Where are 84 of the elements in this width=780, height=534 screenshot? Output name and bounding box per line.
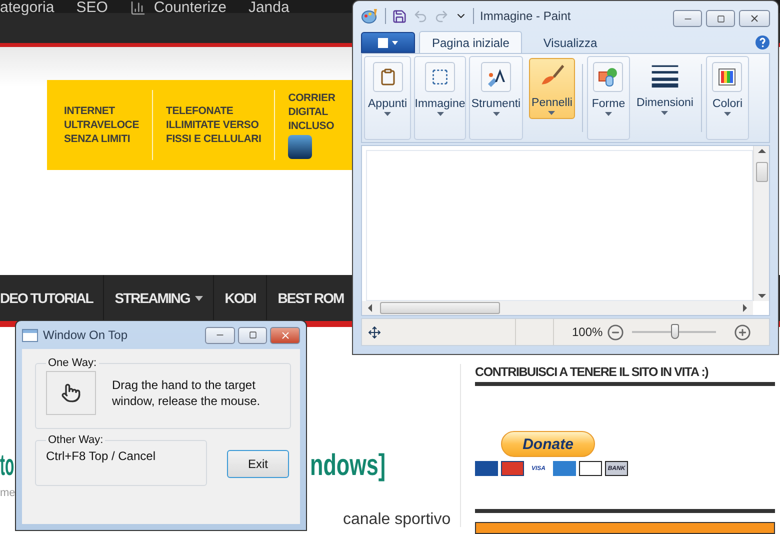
banner-text: CORRIER: [288, 91, 336, 105]
zoom-out-button[interactable]: [606, 324, 624, 340]
maximize-button[interactable]: [238, 326, 267, 344]
payment-card-icon: [579, 461, 602, 476]
ribbon-tab[interactable]: Pagina iniziale: [419, 31, 522, 53]
menu-icon: [377, 38, 399, 48]
caret-icon: [604, 112, 612, 116]
ribbon-tab[interactable]: Visualizza: [530, 31, 610, 53]
close-button[interactable]: [739, 10, 770, 27]
nav-link[interactable]: KODI: [224, 275, 256, 321]
group-label: Other Way:: [47, 434, 104, 446]
ribbon-button[interactable]: Forme: [588, 59, 628, 120]
menu-link[interactable]: Janda: [248, 0, 290, 16]
window-title: Window On Top: [43, 328, 128, 342]
close-button[interactable]: [270, 326, 300, 344]
help-icon[interactable]: [755, 34, 770, 50]
banner-text: ULTRAVELOCE: [64, 118, 139, 132]
nav-link[interactable]: BEST ROM: [278, 275, 344, 321]
banner-text: DIGITAL: [288, 105, 330, 119]
maximize-button[interactable]: [706, 10, 735, 27]
caret-icon: [548, 111, 556, 115]
caret-icon: [492, 112, 500, 116]
banner-text: INTERNET: [64, 104, 116, 118]
shapes-icon: [597, 66, 620, 88]
move-icon: [368, 326, 381, 338]
banner-text: INCLUSO: [288, 119, 336, 133]
close-icon: [280, 330, 290, 340]
ribbon-button[interactable]: Strumenti: [468, 59, 524, 120]
minimize-button[interactable]: [205, 326, 235, 344]
exit-button[interactable]: Exit: [227, 450, 289, 478]
caret-icon: [661, 111, 668, 115]
window-title: Immagine - Paint: [480, 9, 571, 23]
scroll-up-icon[interactable]: [758, 146, 766, 156]
menu-link[interactable]: Counterize: [154, 0, 226, 16]
window-icon: [22, 328, 38, 342]
ribbon-button[interactable]: Colori: [709, 59, 746, 120]
slider-thumb[interactable]: [671, 324, 680, 339]
scroll-down-icon[interactable]: [758, 291, 766, 301]
banner-text: SENZA LIMITI: [64, 132, 132, 146]
color-palette-icon: [718, 68, 736, 86]
menu-button[interactable]: [361, 32, 415, 53]
scroll-right-icon[interactable]: [741, 304, 749, 312]
banner-text: ILLIMITATE VERSO: [166, 118, 260, 132]
caret-icon: [436, 112, 444, 116]
article-title: ndows]: [310, 449, 386, 483]
maximize-icon: [248, 331, 256, 339]
menu-link[interactable]: SEO: [76, 0, 108, 16]
banner-text: TELEFONATE: [166, 104, 234, 118]
caret-icon: [384, 112, 391, 116]
group-label: One Way:: [47, 357, 98, 369]
selection-icon: [431, 68, 449, 86]
close-icon: [749, 13, 760, 24]
ribbon-button[interactable]: Dimensioni: [634, 58, 696, 119]
menu-link[interactable]: ategoria: [0, 0, 54, 16]
hand-icon: [61, 383, 81, 403]
instruction-text: Drag the hand to the target window, release the mouse.: [112, 377, 262, 409]
widget-heading: CONTRIBUISCI A TENERE IL SITO IN VITA :): [475, 365, 775, 386]
shortcut-text: Ctrl+F8 Top / Cancel: [46, 448, 156, 464]
ribbon-button[interactable]: Immagine: [412, 59, 468, 120]
payment-card-icon: [553, 461, 576, 476]
nav-link[interactable]: DEO TUTORIAL: [0, 275, 93, 321]
scrollbar-thumb[interactable]: [756, 162, 768, 182]
logo-icon: [288, 135, 312, 159]
ribbon-button[interactable]: Pennelli: [528, 58, 576, 119]
banner-text: FISSI E CELLULARI: [166, 132, 262, 146]
article-text: canale sportivo: [343, 511, 452, 529]
hand-button[interactable]: [46, 371, 96, 415]
save-icon[interactable]: [392, 8, 407, 24]
scroll-left-icon[interactable]: [366, 304, 374, 312]
palette-icon: [361, 8, 379, 24]
payment-card-icon: [475, 461, 498, 476]
scrollbar-thumb[interactable]: [380, 302, 500, 314]
maximize-icon: [716, 14, 724, 22]
zoom-reading: 100%: [572, 325, 603, 339]
nav-link[interactable]: STREAMING: [114, 275, 203, 321]
post-meta: me: [0, 487, 16, 499]
article-title: to: [0, 449, 14, 483]
payment-card-icon: [501, 461, 524, 476]
zoom-in-button[interactable]: [734, 324, 751, 340]
clipboard-icon: [378, 68, 396, 86]
donate-button[interactable]: Donate: [501, 431, 595, 457]
ribbon-button[interactable]: Appunti: [365, 59, 410, 120]
minimize-button[interactable]: [673, 10, 702, 27]
caret-icon: [724, 112, 731, 116]
